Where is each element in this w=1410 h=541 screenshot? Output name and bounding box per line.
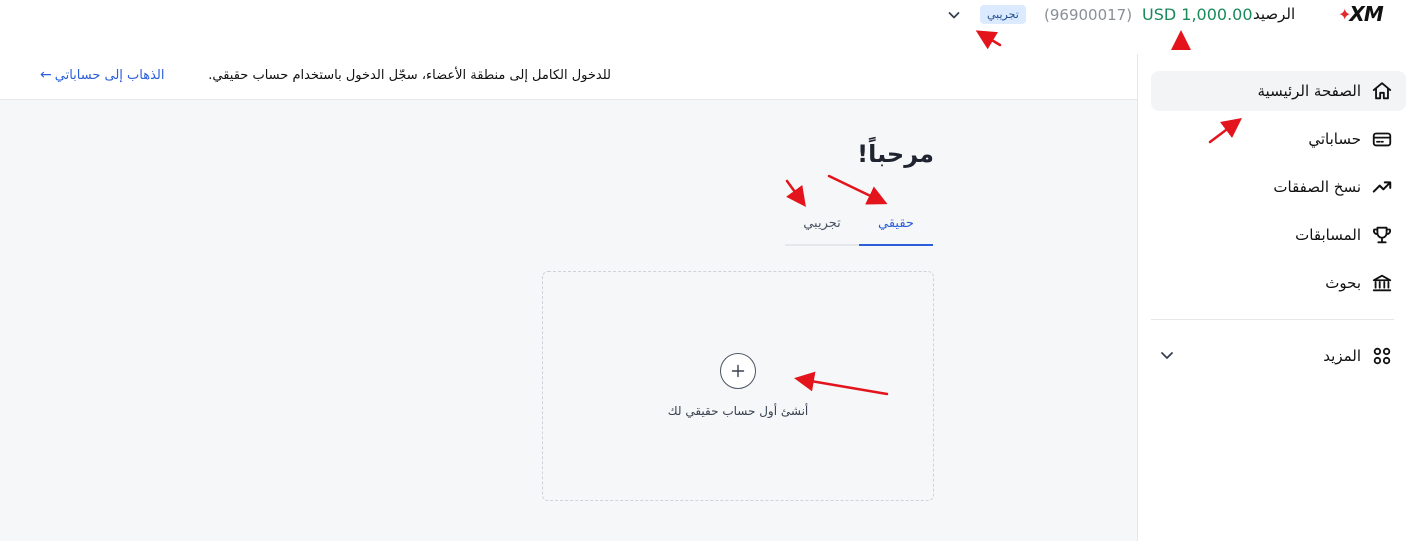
account-number: (96900017) (1044, 6, 1133, 24)
home-icon (1371, 80, 1393, 102)
go-to-accounts-link-label: الذهاب إلى حساباتي (54, 67, 165, 83)
sidebar-item-label: حساباتي (1308, 130, 1361, 148)
sidebar-item-label: المزيد (1323, 347, 1361, 365)
sidebar-item-competitions[interactable]: المسابقات (1151, 215, 1406, 255)
sidebar-item-more[interactable]: المزيد (1151, 336, 1406, 376)
create-account-card[interactable]: أنشئ أول حساب حقيقي لك (542, 271, 934, 501)
logo-text: XM (1349, 2, 1383, 26)
trending-up-icon (1371, 176, 1393, 198)
sidebar: الصفحة الرئيسية حساباتي نسخ الصفقات المس… (1137, 54, 1410, 541)
sidebar-item-research[interactable]: بحوث (1151, 263, 1406, 303)
create-account-button[interactable] (720, 353, 756, 389)
top-bar: ✦ XM الرصيد USD 1,000.00 (96900017) تجري… (0, 0, 1410, 55)
balance-value: USD 1,000.00 (1142, 5, 1253, 24)
arrow-left-icon: ← (40, 67, 52, 83)
create-account-label: أنشئ أول حساب حقيقي لك (667, 404, 809, 418)
main-content: مرحباً! حقيقي تجريبي أنشئ أول حساب حقيقي… (0, 100, 1137, 541)
plus-icon (731, 364, 745, 378)
info-bar: للدخول الكامل إلى منطقة الأعضاء، سجّل ال… (0, 54, 1137, 100)
account-type-tabs: حقيقي تجريبي (785, 203, 934, 246)
sidebar-item-label: بحوث (1325, 274, 1361, 292)
grid-icon (1371, 345, 1393, 367)
sidebar-item-label: الصفحة الرئيسية (1257, 82, 1362, 100)
info-message: للدخول الكامل إلى منطقة الأعضاء، سجّل ال… (208, 68, 611, 83)
chevron-down-icon[interactable] (1158, 346, 1176, 364)
chevron-down-icon[interactable] (946, 7, 962, 23)
sidebar-item-accounts[interactable]: حساباتي (1151, 119, 1406, 159)
go-to-accounts-link[interactable]: الذهاب إلى حساباتي ← (40, 67, 165, 83)
sidebar-item-label: المسابقات (1295, 226, 1361, 244)
tab-real[interactable]: حقيقي (859, 203, 933, 246)
sidebar-divider (1151, 319, 1394, 320)
tab-demo[interactable]: تجريبي (785, 203, 859, 246)
sidebar-item-copy-trading[interactable]: نسخ الصفقات (1151, 167, 1406, 207)
bank-icon (1371, 272, 1393, 294)
trophy-icon (1371, 224, 1393, 246)
sidebar-item-label: نسخ الصفقات (1273, 178, 1361, 196)
xm-logo[interactable]: ✦ XM (1338, 2, 1388, 26)
sidebar-item-home[interactable]: الصفحة الرئيسية (1151, 71, 1406, 111)
balance-label: الرصيد (1253, 5, 1296, 23)
wallet-icon (1371, 128, 1393, 150)
account-type-badge: تجريبي (980, 5, 1026, 24)
page-title: مرحباً! (857, 140, 934, 168)
